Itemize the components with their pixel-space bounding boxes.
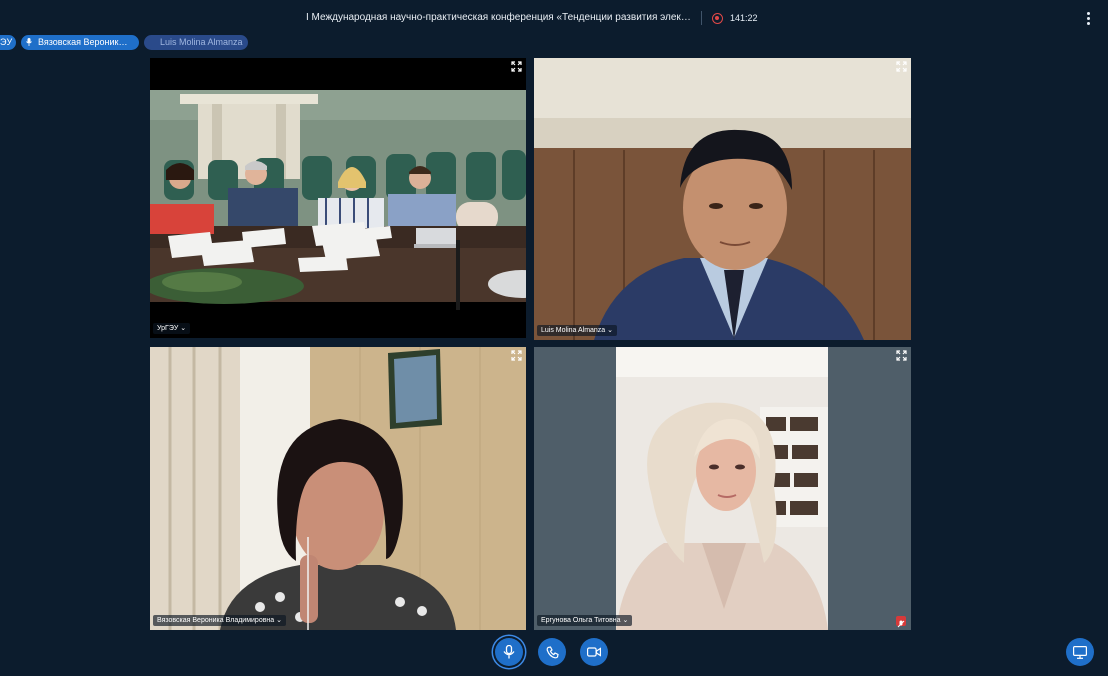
video-stream-person [534,58,911,340]
camera-button[interactable] [580,638,608,666]
video-stream-room [150,58,526,338]
video-tile[interactable]: Вязовская Вероника Владимировна ⌄ [150,347,526,630]
video-stream-person [534,347,911,630]
microphone-icon [503,645,515,659]
microphone-button[interactable] [495,638,523,666]
title-divider [701,11,702,25]
conference-app: I Международная научно-практическая конф… [0,0,1108,676]
talker-chip[interactable]: ЭУ [0,35,16,50]
talker-chip-active[interactable]: Вязовская Вероник… [21,35,139,50]
participant-name[interactable]: УрГЭУ ⌄ [153,323,191,334]
video-tile[interactable]: Luis Molina Almanza ⌄ [534,58,911,340]
phone-icon [546,645,559,658]
top-bar: I Международная научно-практическая конф… [0,0,1108,36]
talker-chip-label: Вязовская Вероник… [38,37,128,47]
microphone-icon [26,38,32,46]
talker-chip[interactable]: Luis Molina Almanza [144,35,248,50]
muted-mic-icon [896,616,906,628]
fullscreen-icon[interactable] [896,350,907,361]
meeting-title: I Международная научно-практическая конф… [306,12,694,23]
fullscreen-icon[interactable] [511,61,522,72]
participant-name[interactable]: Luis Molina Almanza ⌄ [537,325,618,336]
fullscreen-icon[interactable] [896,61,907,72]
screen-share-icon [1073,645,1087,659]
participant-name[interactable]: Ергунова Ольга Титовна ⌄ [537,615,633,626]
camera-icon [587,647,601,657]
screen-share-button[interactable] [1066,638,1094,666]
fullscreen-icon[interactable] [511,350,522,361]
kebab-icon[interactable] [1082,10,1096,26]
leave-call-button[interactable] [538,638,566,666]
video-tile[interactable]: УрГЭУ ⌄ [150,58,526,338]
video-tile[interactable]: Ергунова Ольга Титовна ⌄ [534,347,911,630]
recording-timer: 141:22 [730,13,758,23]
video-stream-person [150,347,526,630]
participant-name[interactable]: Вязовская Вероника Владимировна ⌄ [153,615,287,626]
recording-icon [712,13,723,24]
